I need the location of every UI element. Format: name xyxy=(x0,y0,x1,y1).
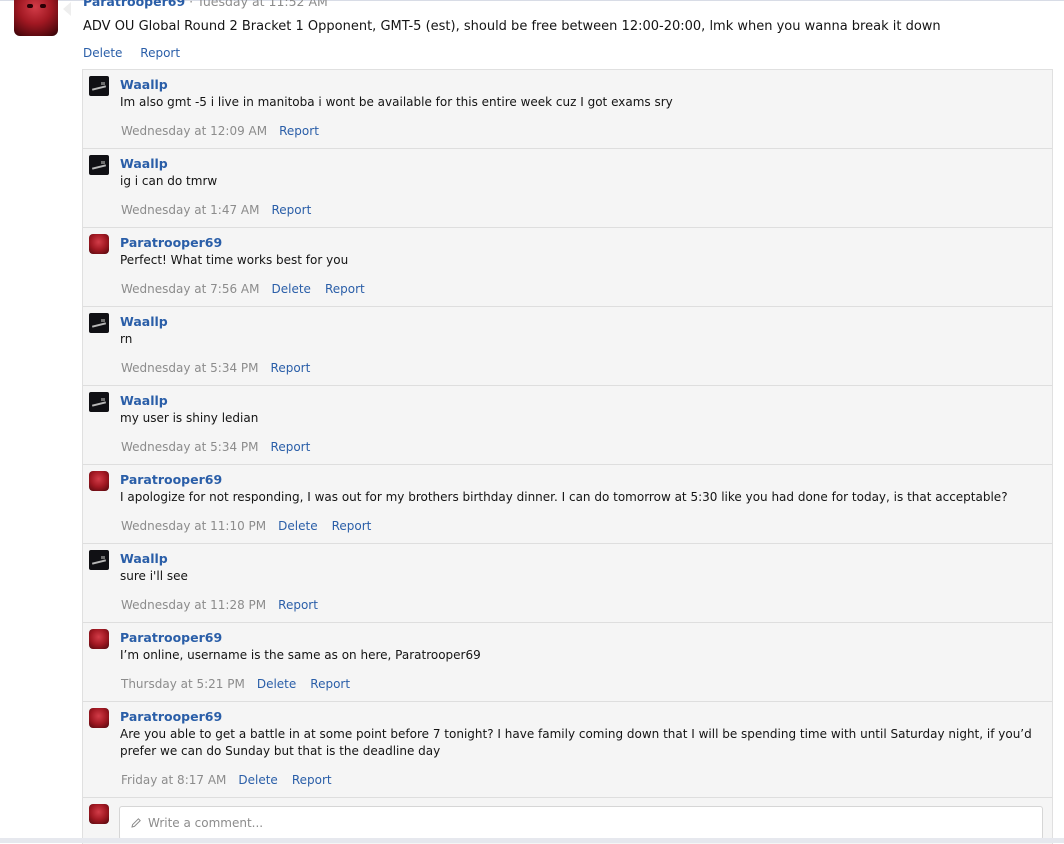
comment-item: Waallp Im also gmt -5 i live in manitoba … xyxy=(83,70,1052,149)
avatar-eye-left xyxy=(27,4,33,8)
comment-time[interactable]: Wednesday at 5:34 PM xyxy=(121,440,259,454)
comment-item: Paratrooper69 I’m online, username is the… xyxy=(83,623,1052,702)
comment-text: my user is shiny ledian xyxy=(120,411,259,425)
comment-report-link[interactable]: Report xyxy=(278,598,318,612)
bottom-strip xyxy=(0,838,1064,843)
comment-author-link[interactable]: Waallp xyxy=(120,314,168,329)
comment-author-link[interactable]: Waallp xyxy=(120,77,168,92)
comment-text: ig i can do tmrw xyxy=(120,174,218,188)
comments-list: Waallp Im also gmt -5 i live in manitoba … xyxy=(82,69,1053,844)
comment-item: Paratrooper69 Are you able to get a battl… xyxy=(83,702,1052,798)
comment-report-link[interactable]: Report xyxy=(271,361,311,375)
comment-report-link[interactable]: Report xyxy=(325,282,365,296)
comment-author-link[interactable]: Paratrooper69 xyxy=(120,709,222,724)
write-comment-input[interactable]: Write a comment... xyxy=(119,806,1043,840)
comment-time[interactable]: Wednesday at 7:56 AM xyxy=(121,282,260,296)
comment-meta: Wednesday at 11:10 PM Delete Report xyxy=(121,519,385,533)
comment-text: Are you able to get a battle in at some … xyxy=(120,727,1032,758)
comment-time[interactable]: Wednesday at 1:47 AM xyxy=(121,203,260,217)
post-header: Paratrooper69 · Tuesday at 11:52 AM xyxy=(83,0,328,9)
comment-author-link[interactable]: Paratrooper69 xyxy=(120,235,222,250)
comment-author-avatar[interactable] xyxy=(89,313,109,333)
comment-text: sure i'll see xyxy=(120,569,188,583)
comment-item: Paratrooper69 Perfect! What time works be… xyxy=(83,228,1052,307)
comment-author-avatar[interactable] xyxy=(89,392,109,412)
comment-author-avatar[interactable] xyxy=(89,471,109,491)
comment-delete-link[interactable]: Delete xyxy=(257,677,296,691)
comment-author-link[interactable]: Paratrooper69 xyxy=(120,472,222,487)
comment-time[interactable]: Wednesday at 11:28 PM xyxy=(121,598,266,612)
comment-item: Waallp rn Wednesday at 5:34 PM Report xyxy=(83,307,1052,386)
comment-report-link[interactable]: Report xyxy=(279,124,319,138)
comment-item: Paratrooper69 I apologize for not respond… xyxy=(83,465,1052,544)
post-actions: Delete Report xyxy=(83,46,194,60)
post-author-link[interactable]: Paratrooper69 xyxy=(83,0,185,9)
comment-delete-link[interactable]: Delete xyxy=(238,773,277,787)
comment-author-avatar[interactable] xyxy=(89,550,109,570)
post-report-link[interactable]: Report xyxy=(140,46,180,60)
post-message: ADV OU Global Round 2 Bracket 1 Opponent… xyxy=(83,19,941,34)
post-delete-link[interactable]: Delete xyxy=(83,46,122,60)
comment-report-link[interactable]: Report xyxy=(310,677,350,691)
comment-meta: Wednesday at 7:56 AM Delete Report xyxy=(121,282,379,296)
comment-time[interactable]: Wednesday at 12:09 AM xyxy=(121,124,267,138)
comment-meta: Wednesday at 5:34 PM Report xyxy=(121,361,324,375)
comment-text: I apologize for not responding, I was ou… xyxy=(120,490,1008,504)
comment-report-link[interactable]: Report xyxy=(271,440,311,454)
comment-author-avatar[interactable] xyxy=(89,629,109,649)
post-time[interactable]: Tuesday at 11:52 AM xyxy=(197,0,328,9)
comment-report-link[interactable]: Report xyxy=(332,519,372,533)
comment-text: rn xyxy=(120,332,133,346)
post-separator: · xyxy=(189,0,194,9)
comment-delete-link[interactable]: Delete xyxy=(278,519,317,533)
comment-author-link[interactable]: Waallp xyxy=(120,551,168,566)
comment-item: Waallp sure i'll see Wednesday at 11:28 PM… xyxy=(83,544,1052,623)
comment-text: Im also gmt -5 i live in manitoba i wont… xyxy=(120,95,673,109)
comment-author-link[interactable]: Waallp xyxy=(120,393,168,408)
comment-report-link[interactable]: Report xyxy=(272,203,312,217)
comment-item: Waallp ig i can do tmrw Wednesday at 1:47 … xyxy=(83,149,1052,228)
comment-meta: Wednesday at 1:47 AM Report xyxy=(121,203,325,217)
comment-meta: Wednesday at 5:34 PM Report xyxy=(121,440,324,454)
comment-author-avatar[interactable] xyxy=(89,76,109,96)
comment-delete-link[interactable]: Delete xyxy=(272,282,311,296)
comment-author-avatar[interactable] xyxy=(89,234,109,254)
avatar-eye-right xyxy=(40,4,46,8)
comment-report-link[interactable]: Report xyxy=(292,773,332,787)
comment-meta: Wednesday at 11:28 PM Report xyxy=(121,598,332,612)
comment-meta: Thursday at 5:21 PM Delete Report xyxy=(121,677,364,691)
comment-meta: Friday at 8:17 AM Delete Report xyxy=(121,773,346,787)
comment-text: Perfect! What time works best for you xyxy=(120,253,349,267)
comment-time[interactable]: Wednesday at 11:10 PM xyxy=(121,519,266,533)
post-caret xyxy=(63,2,71,16)
comment-text: I’m online, username is the same as on h… xyxy=(120,648,481,662)
current-user-avatar[interactable] xyxy=(89,804,109,824)
pencil-icon xyxy=(131,818,141,828)
comment-author-link[interactable]: Paratrooper69 xyxy=(120,630,222,645)
comment-author-avatar[interactable] xyxy=(89,708,109,728)
comment-item: Waallp my user is shiny ledian Wednesday a… xyxy=(83,386,1052,465)
write-comment-placeholder: Write a comment... xyxy=(148,816,264,830)
comment-time[interactable]: Wednesday at 5:34 PM xyxy=(121,361,259,375)
comment-author-avatar[interactable] xyxy=(89,155,109,175)
comment-time[interactable]: Thursday at 5:21 PM xyxy=(121,677,245,691)
comment-time[interactable]: Friday at 8:17 AM xyxy=(121,773,226,787)
comment-author-link[interactable]: Waallp xyxy=(120,156,168,171)
comment-meta: Wednesday at 12:09 AM Report xyxy=(121,124,333,138)
post-author-avatar[interactable] xyxy=(14,0,58,36)
